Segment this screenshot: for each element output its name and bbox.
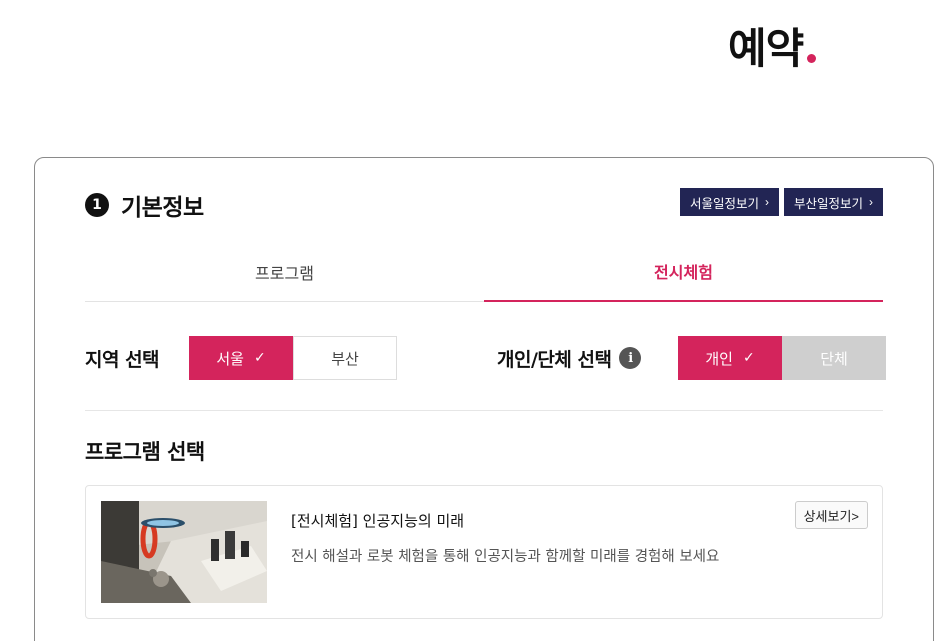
- group-option-group[interactable]: 단체: [782, 336, 886, 380]
- step-number-badge: 1: [85, 193, 109, 217]
- info-icon[interactable]: i: [619, 347, 642, 369]
- busan-schedule-label: 부산일정보기: [793, 196, 863, 211]
- group-type-segmented-control: 개인 ✓ 단체: [678, 336, 886, 380]
- program-thumbnail-image: [101, 501, 267, 603]
- title-dot: [807, 54, 817, 63]
- group-type-label-wrap: 개인/단체 선택 i: [497, 336, 642, 380]
- page-title: 예약: [728, 28, 817, 70]
- program-type-tabs: 프로그램 전시체험: [85, 242, 883, 302]
- seoul-schedule-button[interactable]: 서울일정보기 ›: [679, 188, 779, 216]
- schedule-buttons: 서울일정보기 › 부산일정보기 ›: [679, 188, 883, 216]
- busan-schedule-button[interactable]: 부산일정보기 ›: [783, 188, 883, 216]
- group-type-label: 개인/단체 선택: [497, 348, 612, 371]
- seoul-schedule-label: 서울일정보기: [689, 196, 759, 211]
- page-title-text: 예약: [728, 24, 804, 73]
- chevron-right-icon: ›: [764, 195, 769, 209]
- reservation-card: 1 기본정보 서울일정보기 › 부산일정보기 › 프로그램 전시체험 지역 선택…: [34, 157, 934, 641]
- detail-view-button[interactable]: 상세보기>: [794, 501, 868, 529]
- tab-program[interactable]: 프로그램: [85, 242, 484, 301]
- tab-exhibition-experience[interactable]: 전시체험: [484, 242, 883, 302]
- check-icon: ✓: [253, 350, 266, 366]
- region-option-seoul[interactable]: 서울 ✓: [189, 336, 293, 380]
- region-option-seoul-label: 서울: [216, 349, 244, 368]
- program-description: 전시 해설과 로봇 체험을 통해 인공지능과 함께할 미래를 경험해 보세요: [291, 549, 720, 565]
- group-option-individual-label: 개인: [705, 349, 733, 368]
- section-title: 기본정보: [121, 195, 204, 221]
- group-option-individual[interactable]: 개인 ✓: [678, 336, 782, 380]
- chevron-right-icon: ›: [869, 195, 873, 209]
- section-divider: [85, 410, 883, 411]
- program-title: [전시체험] 인공지능의 미래: [291, 512, 465, 530]
- program-select-title: 프로그램 선택: [85, 440, 205, 464]
- section-header: 1 기본정보: [85, 188, 204, 222]
- program-item-card[interactable]: [전시체험] 인공지능의 미래 전시 해설과 로봇 체험을 통해 인공지능과 함…: [85, 485, 883, 619]
- region-label: 지역 선택: [85, 348, 160, 371]
- check-icon: ✓: [742, 350, 755, 366]
- region-segmented-control: 서울 ✓ 부산: [189, 336, 397, 380]
- region-option-busan[interactable]: 부산: [293, 336, 397, 380]
- selection-row: 지역 선택 서울 ✓ 부산 개인/단체 선택 i 개인 ✓ 단체: [85, 336, 886, 380]
